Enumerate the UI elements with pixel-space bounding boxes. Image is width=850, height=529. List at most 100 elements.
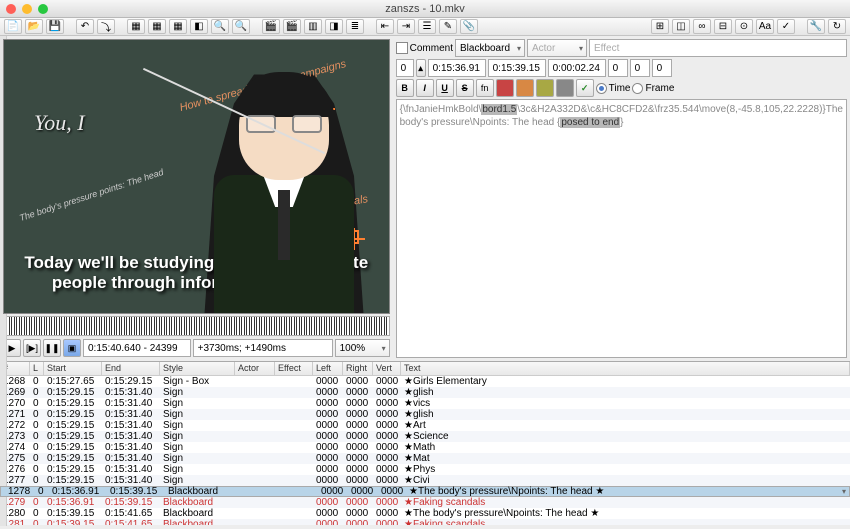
actor-select[interactable]: Actor	[527, 39, 587, 57]
strike-button[interactable]: S	[456, 79, 474, 97]
play-line-button[interactable]: [▶]	[23, 339, 41, 357]
frame-radio[interactable]	[632, 83, 643, 94]
table-row[interactable]: 126800:15:27.650:15:29.15Sign - Box00000…	[0, 376, 850, 387]
table-row[interactable]: 128000:15:39.150:15:41.65Blackboard00000…	[0, 508, 850, 519]
titlebar: zanszs - 10.mkv	[0, 0, 850, 18]
col-style[interactable]: Style	[160, 362, 235, 375]
margin-r-input[interactable]: 0	[630, 59, 650, 77]
color3-button[interactable]	[536, 79, 554, 97]
overlay-text: You, I	[34, 110, 85, 136]
col-right[interactable]: Right	[343, 362, 373, 375]
col-actor[interactable]: Actor	[235, 362, 275, 375]
settings-button[interactable]: 🔧	[807, 19, 825, 34]
zoom-out-button[interactable]: 🔍	[232, 19, 250, 34]
table-row[interactable]: 127500:15:29.150:15:31.40Sign00000000000…	[0, 453, 850, 464]
jump-button[interactable]: ⤵	[97, 19, 115, 34]
video-preview[interactable]: You, I How to spread negative campaigns …	[3, 39, 390, 314]
open-file-button[interactable]: 📂	[25, 19, 43, 34]
style-mgr-button[interactable]: Aa	[756, 19, 774, 34]
timer-button[interactable]: ⊙	[735, 19, 753, 34]
sort-button[interactable]: ⊟	[714, 19, 732, 34]
table-row[interactable]: 127400:15:29.150:15:31.40Sign00000000000…	[0, 442, 850, 453]
table-row[interactable]: 127700:15:29.150:15:31.40Sign00000000000…	[0, 475, 850, 486]
start-time-input[interactable]: 0:15:36.91	[428, 59, 486, 77]
save-file-button[interactable]: 💾	[46, 19, 64, 34]
autoscroll-button[interactable]: ▣	[63, 339, 81, 357]
undo-button[interactable]: ↶	[76, 19, 94, 34]
zoom-button[interactable]	[38, 4, 48, 14]
snap-start-button[interactable]: ⇤	[376, 19, 394, 34]
style-button[interactable]: ✎	[439, 19, 457, 34]
italic-button[interactable]: I	[416, 79, 434, 97]
tool-a-button[interactable]: ▥	[304, 19, 322, 34]
overlay-text: The body's pressure points: The head	[18, 167, 165, 223]
attach-button[interactable]: 📎	[460, 19, 478, 34]
tool-1-button[interactable]: ▦	[127, 19, 145, 34]
shift-field: +3730ms; +1490ms	[193, 339, 333, 357]
table-row[interactable]: 127900:15:36.910:15:39.15Blackboard00000…	[0, 497, 850, 508]
shift-times-button[interactable]: ⊞	[651, 19, 669, 34]
tool-2-button[interactable]: ▦	[148, 19, 166, 34]
col-end[interactable]: End	[102, 362, 160, 375]
duration-input[interactable]: 0:00:02.24	[548, 59, 606, 77]
table-row[interactable]: 128100:15:39.150:15:41.65Blackboard00000…	[0, 519, 850, 525]
video-close-button[interactable]: 🎬	[283, 19, 301, 34]
col-left[interactable]: Left	[313, 362, 343, 375]
subtitle-grid[interactable]: # L Start End Style Actor Effect Left Ri…	[0, 361, 850, 525]
col-effect[interactable]: Effect	[275, 362, 313, 375]
table-row[interactable]: 127200:15:29.150:15:31.40Sign00000000000…	[0, 420, 850, 431]
zoom-select[interactable]: 100%	[335, 339, 390, 357]
style-select[interactable]: Blackboard	[455, 39, 525, 57]
color4-button[interactable]	[556, 79, 574, 97]
table-row[interactable]: 127300:15:29.150:15:31.40Sign00000000000…	[0, 431, 850, 442]
zoom-in-button[interactable]: 🔍	[211, 19, 229, 34]
color1-button[interactable]	[496, 79, 514, 97]
layer-input[interactable]: 0	[396, 59, 414, 77]
table-row[interactable]: 127800:15:36.910:15:39.15Blackboard00000…	[0, 486, 850, 497]
col-button[interactable]: ◫	[672, 19, 690, 34]
layer-spin[interactable]: ▴	[416, 59, 426, 77]
video-open-button[interactable]: 🎬	[262, 19, 280, 34]
minimize-button[interactable]	[22, 4, 32, 14]
comment-checkbox[interactable]	[396, 42, 408, 54]
col-text[interactable]: Text	[401, 362, 850, 375]
pause-button[interactable]: ❚❚	[43, 339, 61, 357]
tool-c-button[interactable]: ≣	[346, 19, 364, 34]
timecode-field[interactable]: 0:15:40.640 - 24399	[83, 339, 191, 357]
time-radio[interactable]	[596, 83, 607, 94]
table-row[interactable]: 127100:15:29.150:15:31.40Sign00000000000…	[0, 409, 850, 420]
table-row[interactable]: 127600:15:29.150:15:31.40Sign00000000000…	[0, 464, 850, 475]
spell-button[interactable]: ✓	[777, 19, 795, 34]
new-file-button[interactable]: 📄	[4, 19, 22, 34]
subtitle-text-input[interactable]: {\fnJanieHmkBold\bord1.5\3c&H2A332D&\c&H…	[396, 99, 847, 358]
close-button[interactable]	[6, 4, 16, 14]
audio-waveform[interactable]	[3, 316, 390, 336]
tool-3-button[interactable]: ▦	[169, 19, 187, 34]
select-lines-button[interactable]: ☰	[418, 19, 436, 34]
margin-l-input[interactable]: 0	[608, 59, 628, 77]
col-vert[interactable]: Vert	[373, 362, 401, 375]
playback-bar: ▶ [▶] ❚❚ ▣ 0:15:40.640 - 24399 +3730ms; …	[3, 338, 390, 358]
end-time-input[interactable]: 0:15:39.15	[488, 59, 546, 77]
color2-button[interactable]	[516, 79, 534, 97]
snap-end-button[interactable]: ⇥	[397, 19, 415, 34]
font-button[interactable]: fn	[476, 79, 494, 97]
tool-b-button[interactable]: ◨	[325, 19, 343, 34]
table-row[interactable]: 127000:15:29.150:15:31.40Sign00000000000…	[0, 398, 850, 409]
grid-header: # L Start End Style Actor Effect Left Ri…	[0, 362, 850, 376]
main-toolbar: 📄 📂 💾 ↶ ⤵ ▦ ▦ ▦ ◧ 🔍 🔍 🎬 🎬 ▥ ◨ ≣ ⇤ ⇥ ☰ ✎ …	[0, 18, 850, 36]
col-start[interactable]: Start	[44, 362, 102, 375]
time-label: Time	[609, 83, 631, 94]
margin-v-input[interactable]: 0	[652, 59, 672, 77]
comment-label: Comment	[410, 43, 453, 54]
tool-4-button[interactable]: ◧	[190, 19, 208, 34]
bold-button[interactable]: B	[396, 79, 414, 97]
frame-label: Frame	[645, 83, 674, 94]
col-layer[interactable]: L	[30, 362, 44, 375]
glyph-button[interactable]: ∞	[693, 19, 711, 34]
cycle-button[interactable]: ↻	[828, 19, 846, 34]
table-row[interactable]: 126900:15:29.150:15:31.40Sign00000000000…	[0, 387, 850, 398]
effect-input[interactable]: Effect	[589, 39, 847, 57]
commit-button[interactable]: ✓	[576, 79, 594, 97]
underline-button[interactable]: U	[436, 79, 454, 97]
